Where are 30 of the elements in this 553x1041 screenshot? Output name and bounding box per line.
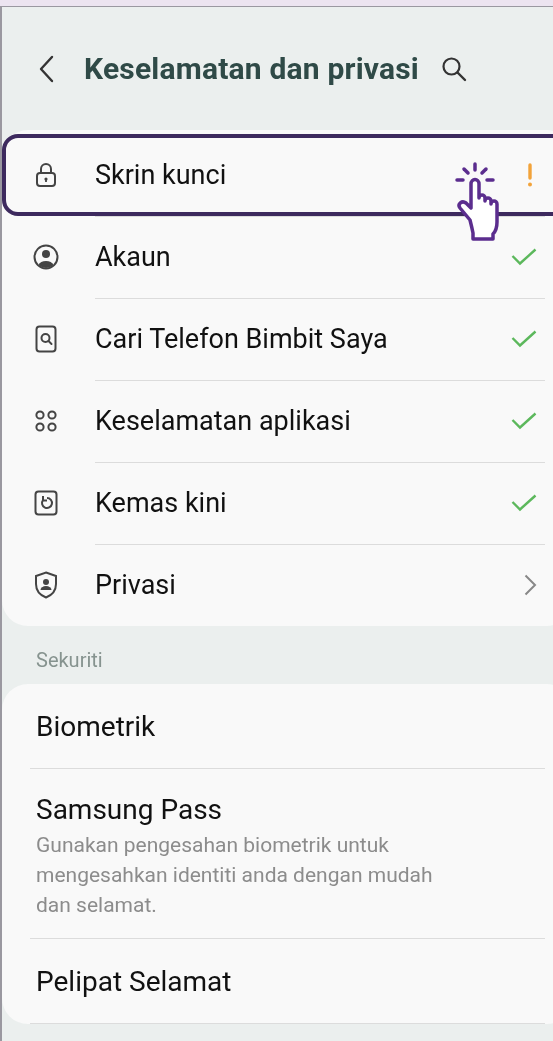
warning-icon (527, 163, 533, 187)
checkmark-icon (511, 494, 537, 512)
checkmark-icon (511, 412, 537, 430)
refresh-square-icon (34, 490, 58, 516)
section-heading: Sekuriti (35, 647, 104, 674)
back-icon[interactable] (38, 54, 54, 83)
item-label: Privasi (95, 569, 176, 601)
item-label: Kemas kini (95, 487, 227, 519)
item-label: Akaun (95, 241, 171, 273)
checkmark-icon (511, 330, 537, 348)
settings-item[interactable]: Kemas kini (2, 462, 553, 544)
chevron-right-icon (524, 574, 537, 596)
settings-item[interactable]: Akaun (2, 216, 553, 298)
checkmark-icon (511, 248, 537, 266)
apps-grid-icon (34, 409, 58, 433)
item-label: Cari Telefon Bimbit Saya (95, 323, 388, 355)
settings-item[interactable]: Samsung Pass Gunakan pengesahan biometrik untuk mengesahkan identiti anda dengan mudah dan selamat. (30, 769, 545, 939)
phone-search-icon (35, 325, 57, 353)
padlock-icon (35, 162, 57, 188)
page-title: Keselamatan dan privasi (84, 51, 419, 86)
settings-item[interactable]: Pelipat Selamat (30, 939, 545, 1024)
item-label: Keselamatan aplikasi (95, 405, 351, 437)
settings-item[interactable]: Biometrik (30, 684, 545, 769)
settings-item[interactable]: Cari Telefon Bimbit Saya (2, 298, 553, 380)
person-circle-icon (33, 244, 59, 270)
settings-item[interactable]: Keselamatan aplikasi (2, 380, 553, 462)
search-icon[interactable] (441, 55, 467, 82)
item-label: Skrin kunci (95, 159, 227, 191)
shield-person-icon (34, 571, 58, 599)
settings-item[interactable]: Privasi (2, 544, 553, 626)
